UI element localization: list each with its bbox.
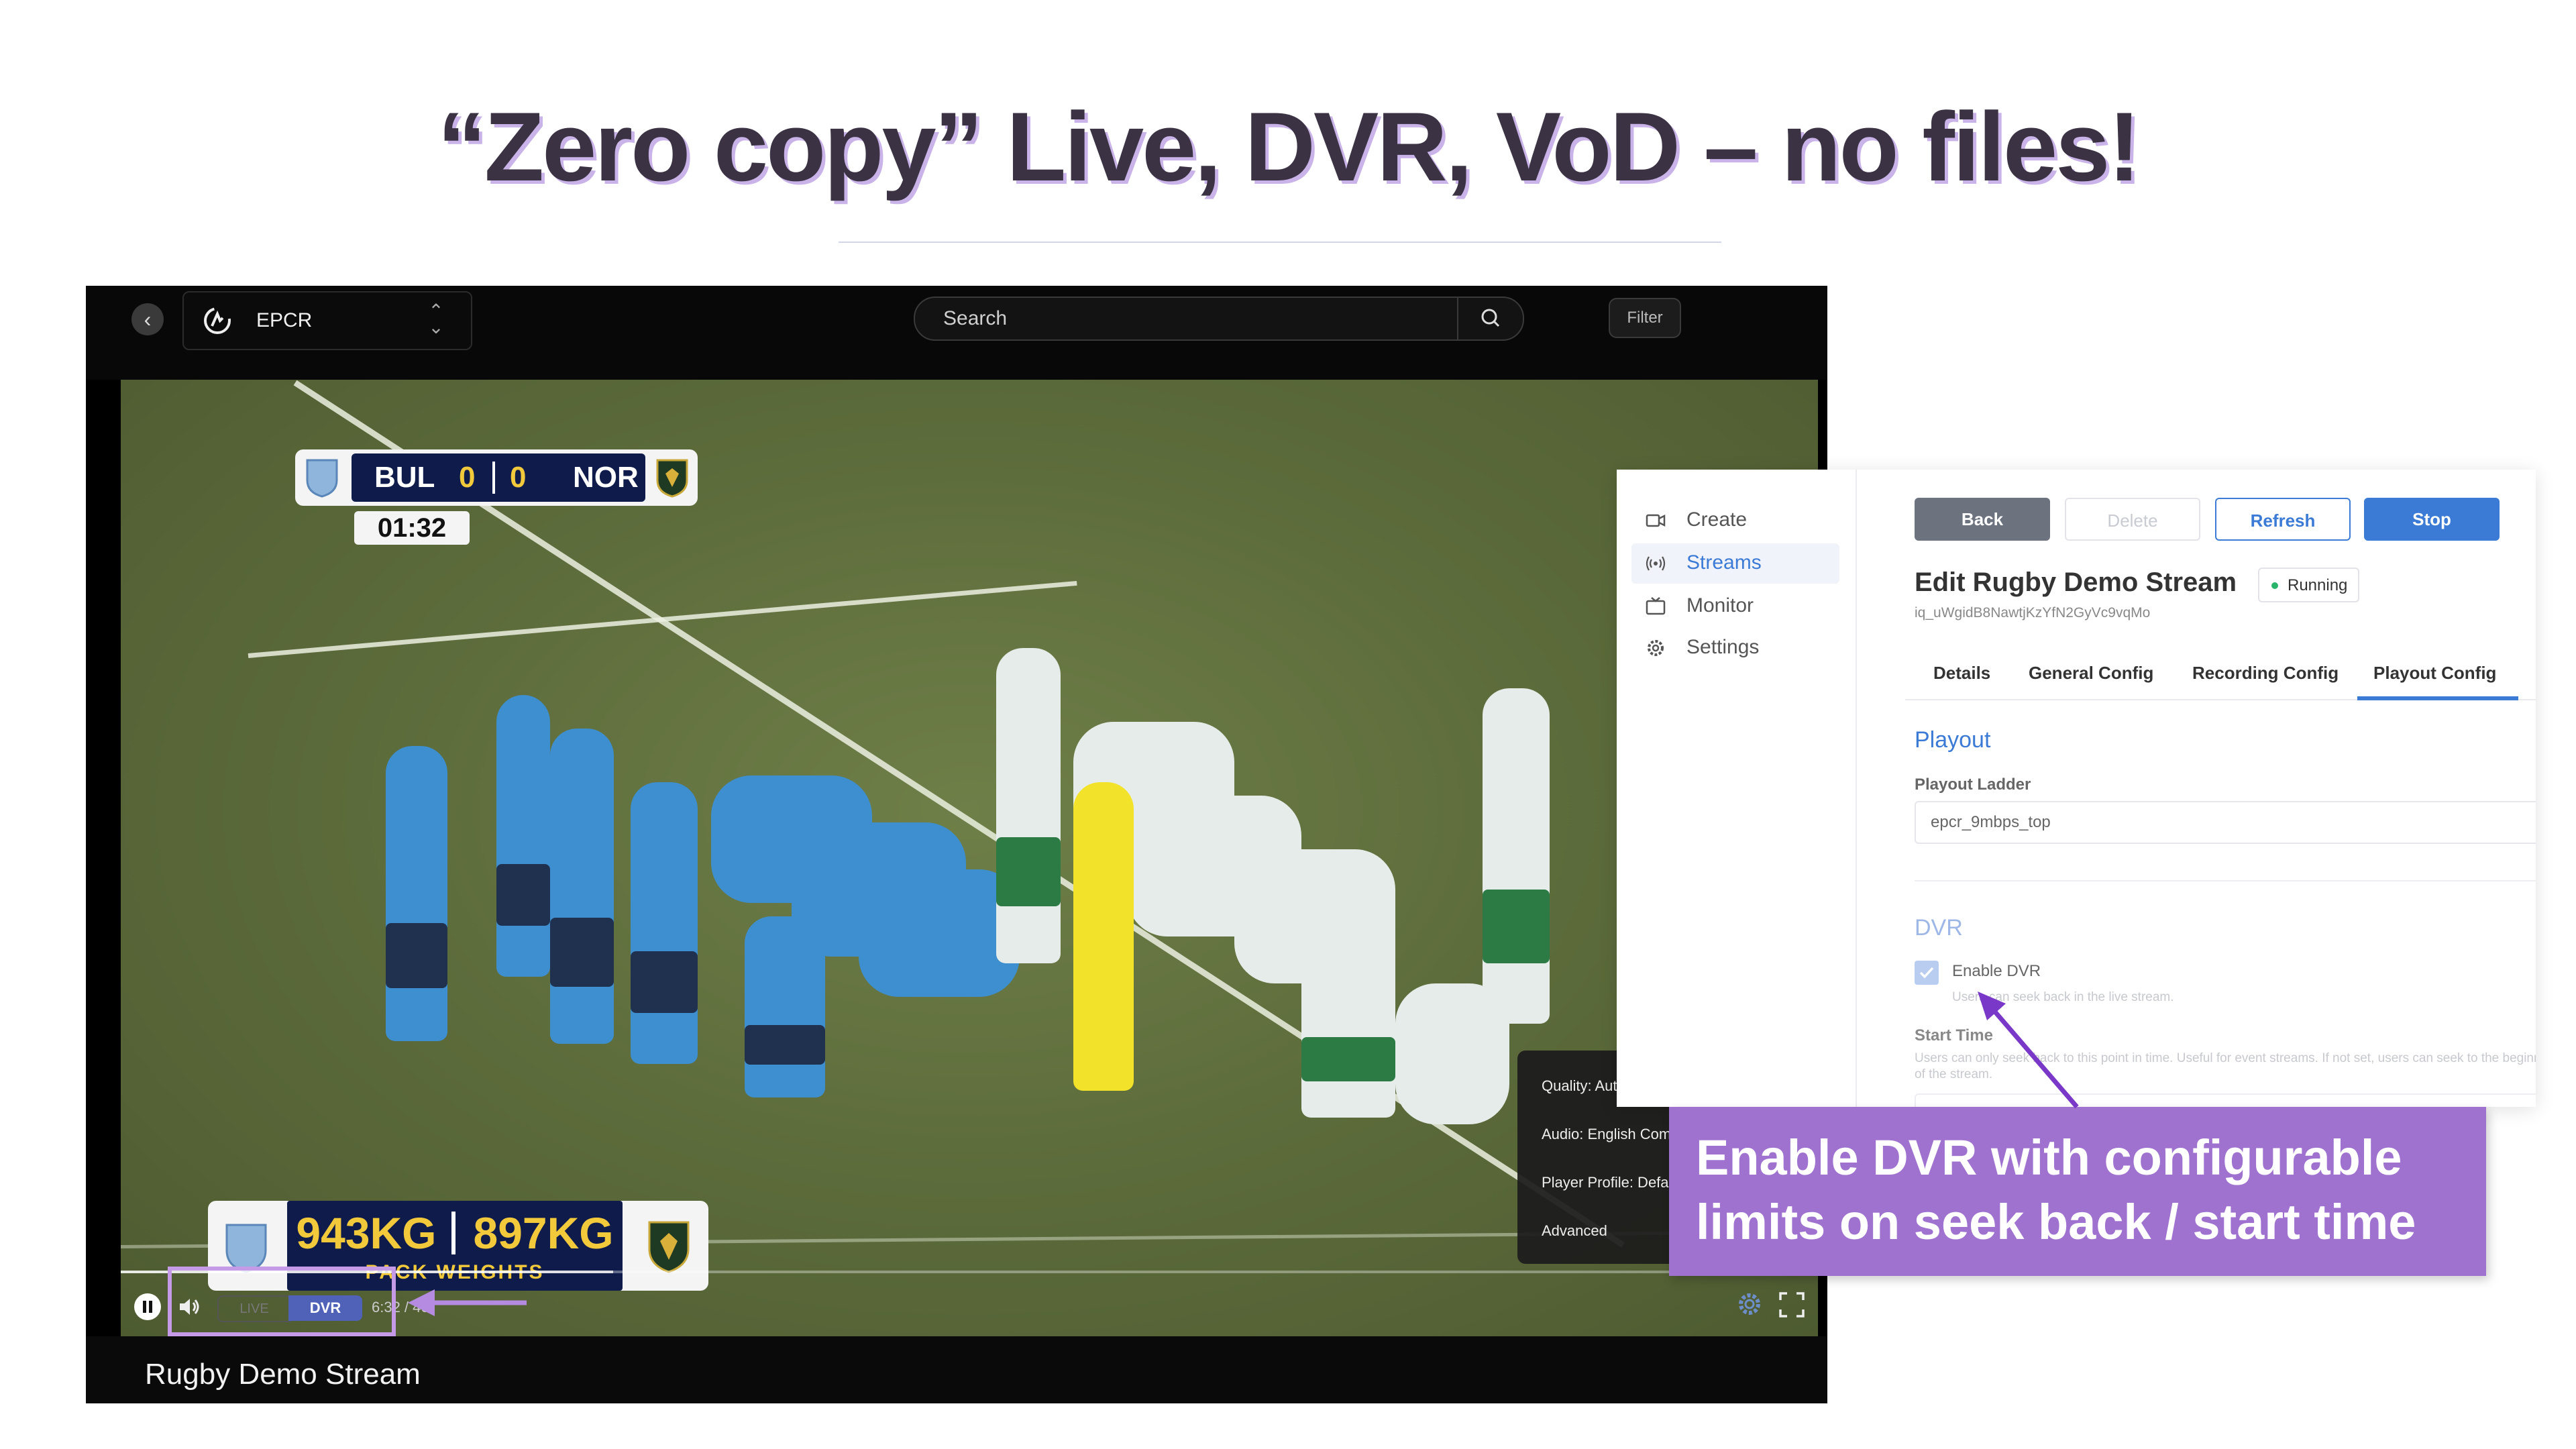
back-button[interactable]: Back xyxy=(1915,498,2050,541)
tab-recording-config[interactable]: Recording Config xyxy=(2192,663,2339,684)
score-divider xyxy=(492,462,495,494)
scoreboard: BUL 0 0 NOR xyxy=(295,449,698,506)
start-time-label: Start Time xyxy=(1915,1026,1993,1044)
saints-crest-icon xyxy=(648,1221,690,1273)
start-time-input[interactable] xyxy=(1915,1093,2536,1107)
active-tab-indicator xyxy=(2357,696,2518,700)
away-pack-weight: 897KG xyxy=(473,1208,614,1258)
player-topbar: ‹ EPCR ⌃⌄ Filter xyxy=(86,286,1827,380)
search-divider xyxy=(1457,298,1458,339)
enable-dvr-label: Enable DVR xyxy=(1952,962,2041,980)
player-figure xyxy=(859,869,1020,997)
admin-sidebar: Create Streams Monitor Settings xyxy=(1617,470,1857,1107)
fullscreen-icon xyxy=(1779,1292,1805,1318)
referee-figure xyxy=(1073,782,1134,1091)
delete-button[interactable]: Delete xyxy=(2065,498,2200,541)
player-figure xyxy=(996,648,1061,963)
stream-id: iq_uWgidB8NawtjKzYfN2GyVc9vqMo xyxy=(1915,605,2151,621)
enable-dvr-help: Users can seek back in the live stream. xyxy=(1952,990,2174,1004)
search-icon xyxy=(1481,309,1500,327)
sidebar-item-monitor[interactable]: Monitor xyxy=(1645,586,1846,627)
playout-ladder-value: epcr_9mbps_top xyxy=(1931,813,2051,831)
stop-button[interactable]: Stop xyxy=(2364,498,2500,541)
field-line xyxy=(248,580,1077,658)
player-figure xyxy=(1483,688,1550,1024)
menu-item-player-profile[interactable]: Player Profile: Default xyxy=(1542,1174,1684,1191)
gear-icon xyxy=(1739,1293,1760,1315)
playout-ladder-label: Playout Ladder xyxy=(1915,775,2031,794)
status-badge: Running xyxy=(2258,568,2360,602)
player-figure xyxy=(745,916,825,1097)
saints-crest-icon xyxy=(656,459,688,498)
callout-box: Enable DVR with configurable limits on s… xyxy=(1669,1107,2486,1276)
gear-icon xyxy=(1648,640,1664,656)
pause-icon xyxy=(143,1301,152,1313)
search-bar xyxy=(914,297,1524,341)
pause-button[interactable] xyxy=(134,1293,161,1320)
stream-title: Rugby Demo Stream xyxy=(145,1358,421,1391)
home-team: BUL xyxy=(374,461,435,494)
home-score: 0 xyxy=(459,461,476,494)
back-button[interactable]: ‹ xyxy=(131,303,164,335)
sidebar-item-label: Settings xyxy=(1686,636,1760,658)
section-divider xyxy=(1915,880,2536,881)
bulls-crest-icon xyxy=(306,459,338,498)
home-pack-weight: 943KG xyxy=(296,1208,437,1258)
slide-title: “Zero copy” Live, DVR, VoD – no files! xyxy=(437,92,2141,201)
tab-details[interactable]: Details xyxy=(1933,663,1990,684)
broadcast-icon xyxy=(1646,556,1666,571)
monitor-icon xyxy=(1646,597,1666,615)
search-button[interactable] xyxy=(1461,298,1521,339)
search-input[interactable] xyxy=(942,305,1454,333)
sidebar-item-create[interactable]: Create xyxy=(1645,500,1846,541)
player-figure xyxy=(386,746,447,1041)
tab-playout-config[interactable]: Playout Config xyxy=(2373,663,2496,684)
enable-dvr-checkbox[interactable] xyxy=(1915,961,1939,985)
admin-panel: Create Streams Monitor Settings Back Del… xyxy=(1617,470,2536,1107)
title-divider xyxy=(839,241,1721,243)
checkmark-icon xyxy=(1919,967,1934,979)
sidebar-item-streams[interactable]: Streams xyxy=(1645,543,1846,584)
status-text: Running xyxy=(2288,576,2348,594)
status-dot-icon xyxy=(2271,582,2278,589)
playout-ladder-select[interactable]: epcr_9mbps_top xyxy=(1915,801,2536,844)
callout-text: Enable DVR with configurable limits on s… xyxy=(1696,1130,2416,1250)
player-figure xyxy=(496,695,550,977)
player-settings-button[interactable] xyxy=(1735,1289,1764,1319)
score-panel: BUL 0 0 NOR xyxy=(352,453,645,502)
away-team: NOR xyxy=(573,461,639,494)
dvr-section-heading: DVR xyxy=(1915,915,1963,941)
sidebar-item-label: Create xyxy=(1686,508,1748,531)
tab-general-config[interactable]: General Config xyxy=(2029,663,2153,684)
sidebar-item-settings[interactable]: Settings xyxy=(1645,628,1846,668)
fullscreen-button[interactable] xyxy=(1778,1291,1806,1319)
match-clock: 01:32 xyxy=(354,511,470,545)
player-figure xyxy=(550,729,614,1044)
sidebar-item-label: Monitor xyxy=(1686,594,1754,616)
away-score: 0 xyxy=(510,461,527,494)
player-figure xyxy=(1301,916,1395,1118)
player-app-window: ‹ EPCR ⌃⌄ Filter xyxy=(86,286,1827,1403)
filter-button[interactable]: Filter xyxy=(1609,298,1681,338)
refresh-button[interactable]: Refresh xyxy=(2215,498,2351,541)
player-figure xyxy=(631,782,698,1064)
org-logo-icon xyxy=(204,307,231,334)
pack-divider xyxy=(451,1212,455,1254)
org-selector[interactable]: EPCR ⌃ ⌄ xyxy=(182,291,472,350)
chevron-up-down-icon: ⌃ ⌄ xyxy=(428,301,444,337)
menu-item-advanced[interactable]: Advanced xyxy=(1542,1222,1607,1240)
dvr-highlight-box xyxy=(168,1267,396,1336)
org-name: EPCR xyxy=(256,309,313,331)
playout-section-heading: Playout xyxy=(1915,727,1991,753)
video-player[interactable]: BUL 0 0 NOR 01:32 943KG 897KG PACK WEIGH… xyxy=(121,380,1818,1336)
chevron-left-icon: ‹ xyxy=(144,307,152,331)
create-stream-icon xyxy=(1646,514,1666,527)
sidebar-item-label: Streams xyxy=(1686,551,1762,574)
start-time-help: Users can only seek back to this point i… xyxy=(1915,1051,2536,1081)
page-title: Edit Rugby Demo Stream xyxy=(1915,568,2237,597)
